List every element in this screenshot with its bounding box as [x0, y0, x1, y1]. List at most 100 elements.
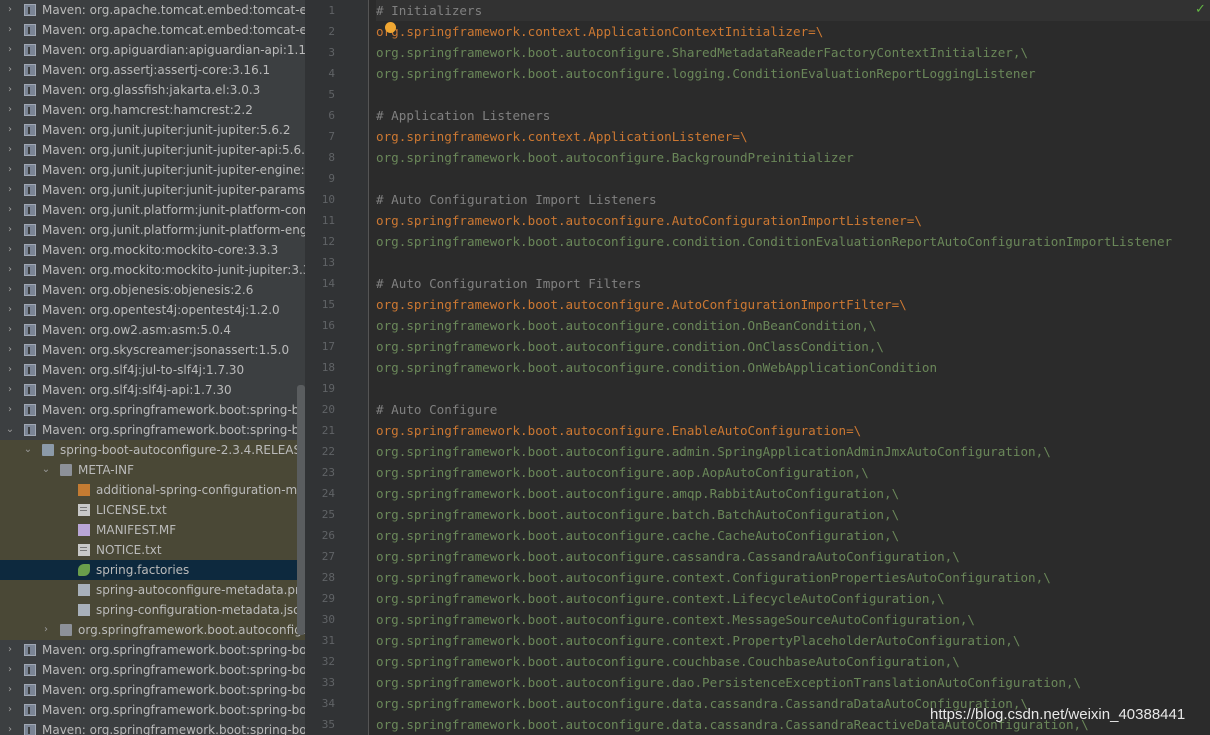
tree-item[interactable]: › Maven: org.springframework.boot:spring-… [0, 660, 305, 680]
expand-arrow-icon[interactable]: › [4, 320, 16, 340]
expand-arrow-icon[interactable]: › [4, 180, 16, 200]
expand-arrow-icon[interactable]: › [4, 240, 16, 260]
code-value-line[interactable]: org.springframework.boot.autoconfigure.B… [376, 147, 854, 168]
expand-arrow-icon[interactable]: › [4, 220, 16, 240]
code-value-line[interactable]: org.springframework.boot.autoconfigure.c… [376, 567, 1051, 588]
tree-item[interactable]: NOTICE.txt [0, 540, 305, 560]
tree-item[interactable]: › Maven: org.junit.jupiter:junit-jupiter-… [0, 140, 305, 160]
tree-item[interactable]: › Maven: org.opentest4j:opentest4j:1.2.0 [0, 300, 305, 320]
tree-item[interactable]: ⌄ META-INF [0, 460, 305, 480]
tree-item[interactable]: › Maven: org.junit.platform:junit-platfor… [0, 220, 305, 240]
expand-arrow-icon[interactable]: › [4, 200, 16, 220]
tree-item[interactable]: › Maven: org.springframework.boot:spring-… [0, 720, 305, 735]
expand-arrow-icon[interactable]: › [4, 120, 16, 140]
code-comment-line[interactable]: # Auto Configuration Import Filters [376, 273, 641, 294]
expand-arrow-icon[interactable]: › [4, 20, 16, 40]
code-value-line[interactable]: org.springframework.boot.autoconfigure.c… [376, 357, 937, 378]
collapse-arrow-icon[interactable]: ⌄ [4, 420, 16, 440]
tree-item[interactable]: › Maven: org.hamcrest:hamcrest:2.2 [0, 100, 305, 120]
expand-arrow-icon[interactable]: › [4, 700, 16, 720]
code-key-line[interactable]: org.springframework.boot.autoconfigure.A… [376, 294, 907, 315]
tree-item[interactable]: › Maven: org.springframework.boot:spring-… [0, 400, 305, 420]
tree-item[interactable]: › Maven: org.mockito:mockito-core:3.3.3 [0, 240, 305, 260]
expand-arrow-icon[interactable]: › [4, 340, 16, 360]
code-value-line[interactable]: org.springframework.boot.autoconfigure.b… [376, 504, 899, 525]
tree-item[interactable]: › Maven: org.slf4j:slf4j-api:1.7.30 [0, 380, 305, 400]
tree-item[interactable]: › Maven: org.mockito:mockito-junit-jupite… [0, 260, 305, 280]
collapse-arrow-icon[interactable]: ⌄ [40, 460, 52, 480]
expand-arrow-icon[interactable]: › [4, 100, 16, 120]
tree-item-selected[interactable]: spring.factories [0, 560, 305, 580]
code-value-line[interactable]: org.springframework.boot.autoconfigure.c… [376, 336, 884, 357]
code-value-line[interactable]: org.springframework.boot.autoconfigure.c… [376, 315, 876, 336]
expand-arrow-icon[interactable]: › [4, 380, 16, 400]
expand-arrow-icon[interactable]: › [4, 160, 16, 180]
code-value-line[interactable]: org.springframework.boot.autoconfigure.d… [376, 672, 1081, 693]
tree-item[interactable]: › Maven: org.slf4j:jul-to-slf4j:1.7.30 [0, 360, 305, 380]
expand-arrow-icon[interactable]: › [4, 720, 16, 735]
tree-item[interactable]: › Maven: org.apache.tomcat.embed:tomcat-e… [0, 0, 305, 20]
code-value-line[interactable]: org.springframework.boot.autoconfigure.c… [376, 630, 1020, 651]
code-value-line[interactable]: org.springframework.boot.autoconfigure.a… [376, 441, 1051, 462]
code-editor[interactable]: 1 2 3 4 5 6 7 8 9 10 11 12 13 14 15 16 17 18 19 20 21 22 23 24 2… [305, 0, 1210, 735]
tree-item[interactable]: additional-spring-configuration-met [0, 480, 305, 500]
expand-arrow-icon[interactable]: › [4, 300, 16, 320]
tree-item[interactable]: › Maven: org.skyscreamer:jsonassert:1.5.0 [0, 340, 305, 360]
intention-bulb-icon[interactable] [385, 22, 396, 33]
code-key-line[interactable]: org.springframework.context.ApplicationC… [376, 21, 823, 42]
expand-arrow-icon[interactable]: › [4, 640, 16, 660]
expand-arrow-icon[interactable]: › [4, 260, 16, 280]
expand-arrow-icon[interactable]: › [40, 620, 52, 640]
code-value-line[interactable]: org.springframework.boot.autoconfigure.c… [376, 651, 960, 672]
tree-item[interactable]: spring-autoconfigure-metadata.prop [0, 580, 305, 600]
tree-item[interactable]: MANIFEST.MF [0, 520, 305, 540]
project-tree[interactable]: › Maven: org.apache.tomcat.embed:tomcat-e… [0, 0, 305, 735]
tree-item[interactable]: › Maven: org.assertj:assertj-core:3.16.1 [0, 60, 305, 80]
code-value-line[interactable]: org.springframework.boot.autoconfigure.c… [376, 525, 899, 546]
tree-item[interactable]: LICENSE.txt [0, 500, 305, 520]
tree-item[interactable]: › Maven: org.junit.jupiter:junit-jupiter:… [0, 120, 305, 140]
tree-item[interactable]: › Maven: org.junit.platform:junit-platfor… [0, 200, 305, 220]
expand-arrow-icon[interactable]: › [4, 660, 16, 680]
code-value-line[interactable]: org.springframework.boot.autoconfigure.a… [376, 483, 899, 504]
collapse-arrow-icon[interactable]: ⌄ [22, 440, 34, 460]
code-value-line[interactable]: org.springframework.boot.autoconfigure.c… [376, 546, 960, 567]
code-comment-line[interactable]: # Application Listeners [376, 105, 550, 126]
inspection-ok-icon[interactable]: ✓ [1195, 2, 1206, 17]
code-value-line[interactable]: org.springframework.boot.autoconfigure.a… [376, 462, 869, 483]
code-key-line[interactable]: org.springframework.boot.autoconfigure.A… [376, 210, 922, 231]
tree-item[interactable]: › Maven: org.junit.jupiter:junit-jupiter-… [0, 160, 305, 180]
tree-item[interactable]: › Maven: org.objenesis:objenesis:2.6 [0, 280, 305, 300]
tree-item[interactable]: › Maven: org.glassfish:jakarta.el:3.0.3 [0, 80, 305, 100]
tree-item[interactable]: › Maven: org.springframework.boot:spring-… [0, 700, 305, 720]
expand-arrow-icon[interactable]: › [4, 60, 16, 80]
tree-item[interactable]: › org.springframework.boot.autoconfigu [0, 620, 305, 640]
expand-arrow-icon[interactable]: › [4, 0, 16, 20]
tree-item[interactable]: › Maven: org.springframework.boot:spring-… [0, 680, 305, 700]
tree-item[interactable]: › Maven: org.junit.jupiter:junit-jupiter-… [0, 180, 305, 200]
expand-arrow-icon[interactable]: › [4, 360, 16, 380]
tree-item[interactable]: › Maven: org.ow2.asm:asm:5.0.4 [0, 320, 305, 340]
code-key-line[interactable]: org.springframework.context.ApplicationL… [376, 126, 748, 147]
tree-item[interactable]: ⌄ Maven: org.springframework.boot:spring-… [0, 420, 305, 440]
expand-arrow-icon[interactable]: › [4, 40, 16, 60]
tree-item[interactable]: › Maven: org.apiguardian:apiguardian-api:… [0, 40, 305, 60]
expand-arrow-icon[interactable]: › [4, 80, 16, 100]
tree-item[interactable]: › Maven: org.apache.tomcat.embed:tomcat-e… [0, 20, 305, 40]
expand-arrow-icon[interactable]: › [4, 140, 16, 160]
expand-arrow-icon[interactable]: › [4, 400, 16, 420]
code-comment-line[interactable]: # Auto Configure [376, 399, 497, 420]
tree-item[interactable]: spring-configuration-metadata.json [0, 600, 305, 620]
code-comment-line[interactable]: # Initializers [376, 0, 1210, 21]
code-value-line[interactable]: org.springframework.boot.autoconfigure.c… [376, 231, 1172, 252]
code-comment-line[interactable]: # Auto Configuration Import Listeners [376, 189, 657, 210]
code-value-line[interactable]: org.springframework.boot.autoconfigure.S… [376, 42, 1028, 63]
code-value-line[interactable]: org.springframework.boot.autoconfigure.c… [376, 609, 975, 630]
code-value-line[interactable]: org.springframework.boot.autoconfigure.c… [376, 588, 945, 609]
expand-arrow-icon[interactable]: › [4, 680, 16, 700]
code-key-line[interactable]: org.springframework.boot.autoconfigure.E… [376, 420, 861, 441]
expand-arrow-icon[interactable]: › [4, 280, 16, 300]
code-value-line[interactable]: org.springframework.boot.autoconfigure.l… [376, 63, 1036, 84]
tree-scrollbar[interactable] [297, 385, 305, 635]
tree-item[interactable]: ⌄ spring-boot-autoconfigure-2.3.4.RELEASE… [0, 440, 305, 460]
